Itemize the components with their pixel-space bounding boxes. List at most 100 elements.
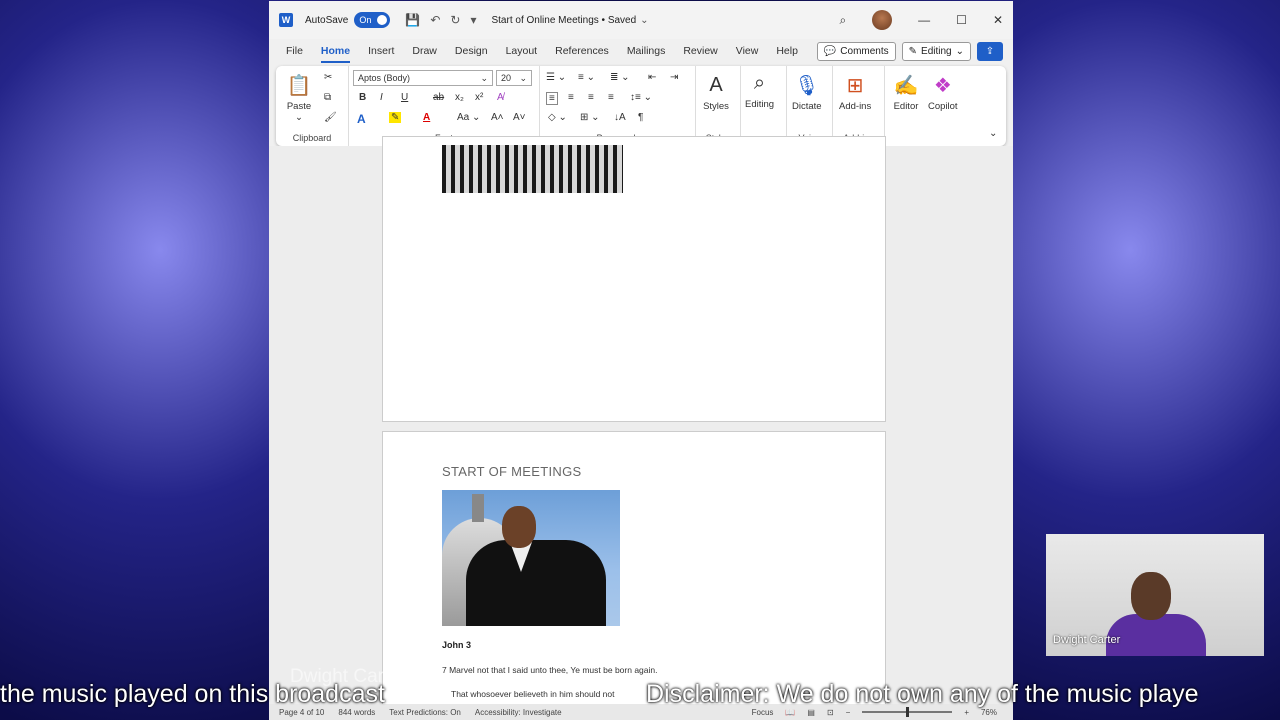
editing-button[interactable]: ⌕ Editing <box>745 70 774 111</box>
editing-mode-button[interactable]: ✎ Editing ⌄ <box>901 42 971 61</box>
avatar[interactable] <box>872 10 893 30</box>
styles-group: A Styles Styles <box>696 66 741 146</box>
font-group: Aptos (Body) ⌄ 20 ⌄ B I U ab x₂ x² A̸ A ✎ … <box>349 66 540 146</box>
dictate-button[interactable]: 🎙 Dictate <box>792 72 822 113</box>
undo-icon[interactable]: ↶ <box>430 13 440 27</box>
font-color-icon[interactable]: A <box>423 112 430 123</box>
text-effects-icon[interactable]: A <box>357 112 366 126</box>
share-icon: ⇪ <box>985 46 995 57</box>
tab-design[interactable]: Design <box>455 41 488 61</box>
tab-review[interactable]: Review <box>683 41 717 61</box>
paragraph-group: ☰ ⌄ ≡ ⌄ ≣ ⌄ ⇤ ⇥ ≡ ≡ ≡ ≡ ↕≡ ⌄ ◇ ⌄ ⊞ ⌄ ↓A … <box>540 66 696 146</box>
close-icon[interactable]: ✕ <box>993 13 1003 27</box>
tab-home[interactable]: Home <box>320 41 351 63</box>
highlight-icon[interactable]: ✎ <box>389 112 402 123</box>
document-title[interactable]: Start of Online Meetings • Saved ⌄ <box>491 15 648 26</box>
menu-bar: File Home Insert Draw Design Layout Refe… <box>269 39 1013 63</box>
editor-button[interactable]: ✍ Editor <box>893 72 919 113</box>
shading-icon[interactable]: ◇ ⌄ <box>548 112 567 123</box>
superscript-button[interactable]: x² <box>475 92 483 103</box>
shrink-font-icon[interactable]: A˅ <box>513 112 526 123</box>
zoom-slider[interactable] <box>862 707 953 717</box>
font-size-select[interactable]: 20 ⌄ <box>496 70 532 86</box>
maximize-icon[interactable]: ☐ <box>956 13 967 27</box>
paragraph-line-1: 7 Marvel not that I said unto thee, Ye m… <box>442 665 658 675</box>
sort-icon[interactable]: ↓A <box>614 112 626 123</box>
ribbon-expand-icon[interactable]: ⌄ <box>989 128 997 139</box>
addins-button[interactable]: ⊞ Add-ins <box>839 72 871 113</box>
addins-icon: ⊞ <box>846 74 864 97</box>
autosave-toggle[interactable]: On <box>354 12 391 28</box>
tab-references[interactable]: References <box>555 41 609 61</box>
subscript-button[interactable]: x₂ <box>455 92 464 103</box>
disclaimer-ticker: the music played on this broadcast Discl… <box>0 680 1280 710</box>
clipboard-icon: 📋 <box>286 74 312 97</box>
tab-mailings[interactable]: Mailings <box>627 41 666 61</box>
tab-view[interactable]: View <box>736 41 759 61</box>
font-name-select[interactable]: Aptos (Body) ⌄ <box>353 70 493 86</box>
show-formatting-icon[interactable]: ¶ <box>638 112 643 123</box>
format-painter-icon[interactable]: 🖌 <box>324 112 337 123</box>
increase-indent-icon[interactable]: ⇥ <box>670 72 678 83</box>
autosave-state: On <box>359 15 372 25</box>
grow-font-icon[interactable]: A˄ <box>491 112 504 123</box>
align-left-icon[interactable]: ≡ <box>546 92 558 105</box>
copy-icon[interactable]: ⧉ <box>324 92 331 103</box>
italic-button[interactable]: I <box>380 92 383 103</box>
page-previous <box>382 136 886 422</box>
numbering-icon[interactable]: ≡ ⌄ <box>578 72 595 83</box>
search-icon[interactable]: ⌕ <box>839 13 846 28</box>
webcam-overlay: Dwight Carter <box>1046 534 1264 656</box>
building-image <box>442 145 623 193</box>
bold-button[interactable]: B <box>359 92 366 103</box>
change-case-button[interactable]: Aa ⌄ <box>457 112 480 123</box>
portrait-image[interactable] <box>442 490 620 626</box>
addins-group: ⊞ Add-ins Add-ins <box>833 66 885 146</box>
copilot-icon: ❖ <box>933 74 952 97</box>
tab-insert[interactable]: Insert <box>368 41 394 61</box>
line-spacing-icon[interactable]: ↕≡ ⌄ <box>630 92 652 103</box>
tab-layout[interactable]: Layout <box>506 41 538 61</box>
share-button[interactable]: ⇪ <box>977 42 1003 61</box>
microphone-icon: 🎙 <box>794 74 820 97</box>
webcam-name: Dwight Carter <box>1053 634 1121 646</box>
editing-group: ⌕ Editing <box>741 66 787 146</box>
search-icon: ⌕ <box>753 71 766 94</box>
strikethrough-button[interactable]: ab <box>433 92 444 103</box>
styles-icon: A <box>709 73 723 96</box>
voice-group: 🎙 Dictate Voice <box>787 66 833 146</box>
customize-toolbar-icon[interactable]: ▾ <box>470 13 476 27</box>
multilevel-list-icon[interactable]: ≣ ⌄ <box>610 72 630 83</box>
clipboard-label: Clipboard <box>292 133 332 143</box>
redo-icon[interactable]: ↻ <box>450 13 460 27</box>
save-icon[interactable]: 💾 <box>405 13 420 27</box>
word-logo-icon: W <box>279 13 293 27</box>
justify-icon[interactable]: ≡ <box>608 92 614 103</box>
page-current: START OF MEETINGS John 3 7 Marvel not th… <box>382 431 886 720</box>
autosave-label: AutoSave <box>305 14 349 26</box>
align-right-icon[interactable]: ≡ <box>588 92 594 103</box>
tab-help[interactable]: Help <box>776 41 798 61</box>
word-window: W AutoSave On 💾 ↶ ↻ ▾ Start of Online Me… <box>269 1 1013 720</box>
bullets-icon[interactable]: ☰ ⌄ <box>546 72 566 83</box>
borders-icon[interactable]: ⊞ ⌄ <box>580 112 600 123</box>
styles-button[interactable]: A Styles <box>703 72 729 113</box>
align-center-icon[interactable]: ≡ <box>568 92 574 103</box>
pencil-icon: ✎ <box>908 46 918 57</box>
title-bar: W AutoSave On 💾 ↶ ↻ ▾ Start of Online Me… <box>269 1 1013 39</box>
minimize-icon[interactable]: — <box>918 13 930 27</box>
ticker-left-text: the music played on this broadcast <box>0 680 385 708</box>
paragraph-title: John 3 <box>442 640 472 650</box>
ribbon: 📋 Paste ⌄ ✂ ⧉ 🖌 Clipboard Aptos (Body) ⌄ … <box>276 66 1006 146</box>
cut-icon[interactable]: ✂ <box>324 72 332 83</box>
paste-button[interactable]: 📋 Paste ⌄ <box>286 72 312 124</box>
comment-icon: 💬 <box>823 46 837 57</box>
tab-draw[interactable]: Draw <box>412 41 437 61</box>
comments-button[interactable]: 💬 Comments <box>816 42 896 61</box>
underline-button[interactable]: U <box>401 92 408 103</box>
copilot-button[interactable]: ❖ Copilot <box>928 72 958 113</box>
tab-file[interactable]: File <box>286 41 303 61</box>
clear-formatting-icon[interactable]: A̸ <box>497 92 504 103</box>
decrease-indent-icon[interactable]: ⇤ <box>648 72 656 83</box>
document-area[interactable]: START OF MEETINGS John 3 7 Marvel not th… <box>269 136 1013 720</box>
